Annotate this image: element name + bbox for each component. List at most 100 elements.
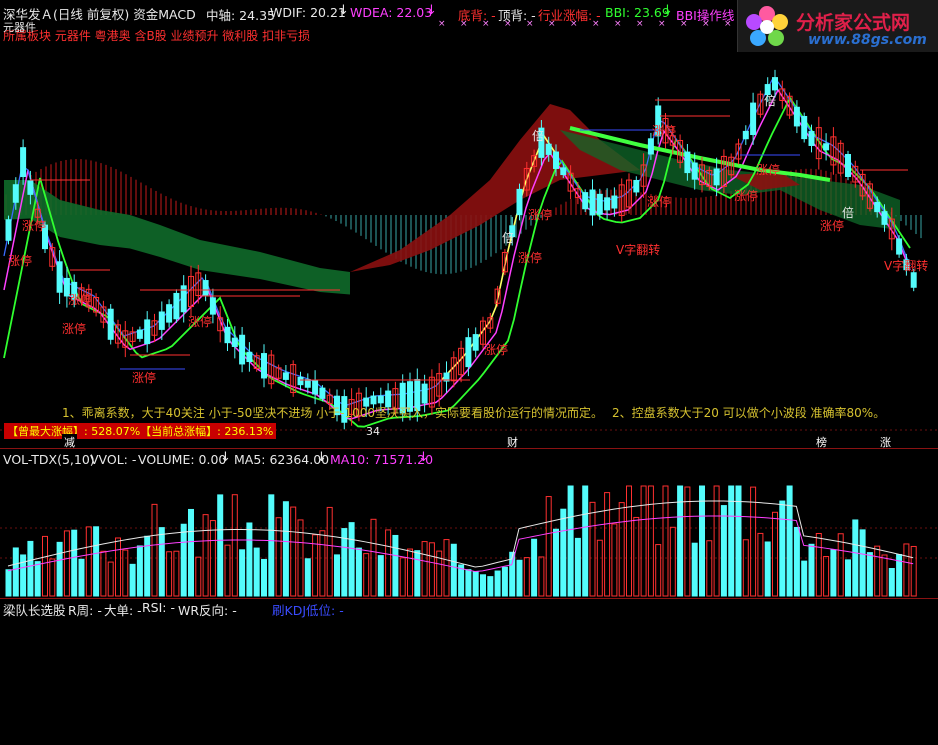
candle-body: [808, 131, 815, 146]
volume-bar: [71, 529, 78, 597]
candle-body: [896, 238, 903, 255]
candle-body: [12, 184, 19, 203]
chart-tag-vfanzhuan: V字翻转: [616, 243, 661, 257]
signal-x-mark: ×: [614, 19, 622, 29]
sub-indicator-panel[interactable]: 梁队长选股 R周: - 大单: - RSI: - WR反向: - 刷KDJ低位:…: [0, 598, 938, 745]
volume-bar: [5, 569, 12, 597]
volume-bar: [531, 538, 538, 597]
chart-tag-zhangting: 涨停: [188, 315, 213, 329]
volume-bar: [852, 519, 859, 597]
main-chart-panel[interactable]: ××××××××××××××××××××××× 深华发Ａ(日线 前复权)资金MA…: [0, 0, 938, 450]
sub-indicator-name[interactable]: 梁队长选股: [3, 600, 66, 619]
volume-bar: [158, 527, 165, 597]
volume-bar: [224, 544, 231, 597]
chart-tag-zhangting: 涨停: [528, 208, 553, 222]
volume-bar: [282, 501, 289, 597]
flower-logo-icon: [746, 6, 788, 46]
candle-body: [136, 329, 143, 339]
candle-body: [684, 151, 691, 174]
volume-bar: [772, 511, 778, 597]
candle-body: [209, 297, 216, 315]
candle-body: [246, 351, 253, 363]
volume-bar: [465, 569, 472, 597]
candle-body: [633, 179, 640, 193]
volume-bar: [903, 543, 910, 597]
kdj-value: 刷KDJ低位: -: [272, 603, 344, 618]
volume-bar: [567, 485, 574, 597]
volume-bar: [115, 537, 121, 597]
volume-bar: [501, 566, 508, 597]
volume-bar: [450, 543, 457, 597]
volume-bar: [151, 503, 158, 597]
candle-body: [604, 197, 611, 211]
volume-bar: [618, 502, 625, 597]
sector-label: 元器件: [3, 21, 36, 34]
volume-bar: [458, 564, 465, 597]
volume-bar: [582, 485, 589, 597]
chart-tag-bei: 倍: [842, 206, 855, 220]
volume-chart-panel[interactable]: VOL-TDX(5,10) VVOL: - VOLUME: 0.00 ↓ MA5…: [0, 448, 938, 598]
volume-bar: [217, 494, 224, 597]
candle-body: [582, 192, 589, 210]
volume-bar: [553, 528, 559, 597]
volume-bar: [640, 485, 647, 597]
candle-body: [874, 201, 881, 213]
wr-value: WR反向: -: [178, 603, 237, 618]
candle-body: [560, 167, 567, 176]
zhongzhou-value: 中轴: 24.35: [206, 8, 275, 23]
arrow-down-icon: ↓: [662, 3, 673, 18]
volume-bar: [560, 508, 567, 597]
candle-body: [20, 147, 27, 178]
volume-bar: [136, 545, 143, 597]
volume-bar: [12, 547, 19, 597]
volume-bar: [779, 500, 786, 597]
volume-bar: [647, 485, 654, 597]
volume-bar: [180, 523, 187, 597]
volume-bar: [713, 485, 720, 597]
chart-tag-zhangting: 涨停: [484, 343, 509, 357]
volume-bar: [421, 541, 428, 597]
annotation-1: 1、乖离系数，大于40关注 小于-50坚决不进场 小于-1000坚决买入，实际要…: [62, 406, 604, 420]
volume-bar: [866, 552, 873, 597]
candle-body: [312, 379, 319, 395]
volume-bar: [538, 556, 545, 597]
wdea-value: WDEA: 22.03: [350, 5, 433, 20]
volume-bar: [874, 545, 881, 597]
volume-bar: [275, 517, 282, 597]
candle-body: [910, 272, 917, 288]
candle-body: [319, 387, 326, 399]
vol-indicator-name[interactable]: VOL-TDX(5,10): [3, 452, 95, 467]
chart-tag-zhangting: 涨停: [647, 195, 672, 209]
volume-bar-chart[interactable]: [0, 448, 938, 598]
volume-bar: [626, 485, 632, 597]
chart-tag-zhangting: 涨停: [734, 189, 759, 203]
arrow-down-icon: ↓: [418, 450, 429, 465]
volume-bar: [837, 533, 844, 597]
volume-bar: [34, 561, 41, 597]
volume-bar: [392, 534, 399, 597]
chart-tag-zhangting: 涨停: [62, 322, 87, 336]
volume-bar: [494, 570, 501, 597]
candle-body: [589, 189, 596, 216]
chart-tag-bei: 倍: [532, 129, 545, 143]
volume-bar: [78, 558, 85, 597]
volume-bar: [669, 526, 676, 597]
site-logo: 分析家公式网 www.88gs.com: [737, 0, 938, 52]
candle-body: [27, 180, 34, 195]
volume-bar: [20, 554, 27, 597]
candle-body: [261, 353, 267, 379]
candle-body: [282, 372, 289, 380]
chart-tag-zhangting: 涨停: [652, 124, 677, 138]
hangye-value: 行业涨幅: -: [538, 8, 601, 23]
volume-bar: [261, 558, 267, 597]
bbi-value: BBI: 23.69: [605, 5, 670, 20]
logo-brand: 分析家公式网: [796, 12, 911, 34]
signal-x-mark: ×: [438, 19, 446, 29]
volume-bar: [407, 548, 413, 597]
volume-bar: [633, 516, 640, 597]
volume-bar: [246, 522, 253, 597]
indicator-name[interactable]: 资金MACD: [133, 7, 195, 22]
volume-bar: [399, 557, 406, 597]
candle-body: [742, 130, 749, 140]
candle-body: [691, 162, 698, 180]
